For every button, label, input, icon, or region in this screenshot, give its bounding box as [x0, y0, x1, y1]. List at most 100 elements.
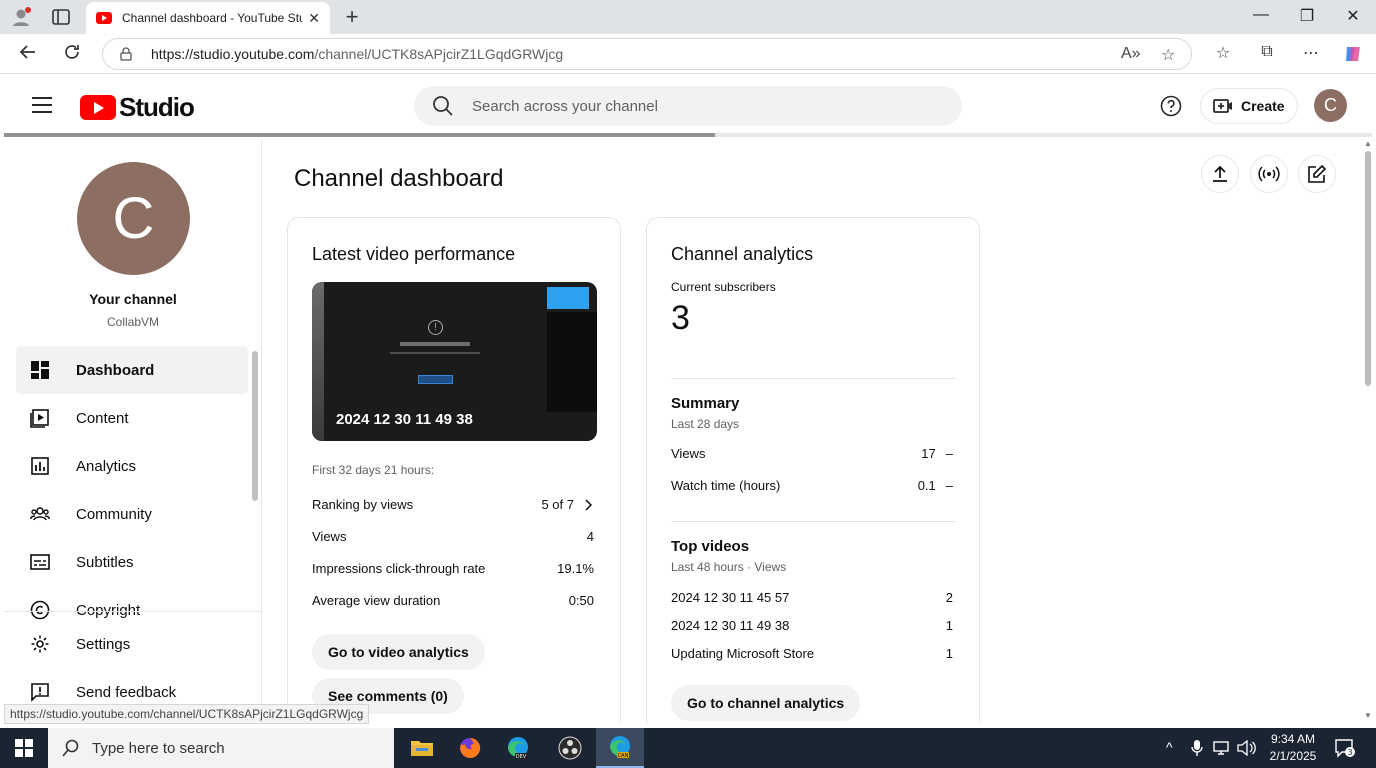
studio-logo[interactable]: Studio: [80, 92, 195, 123]
sidebar-item-content[interactable]: Content: [16, 394, 248, 442]
restore-icon[interactable]: ❐: [1284, 6, 1330, 26]
windows-taskbar: Type here to search DEV CAN ^ 9:34 AM 2/…: [0, 728, 1376, 768]
browser-tab-active[interactable]: Channel dashboard - YouTube Studio ✕: [86, 2, 330, 34]
loading-progress-bar: [4, 133, 1372, 137]
studio-header: Studio Create C: [0, 75, 1376, 135]
sidebar-item-analytics[interactable]: Analytics: [16, 442, 248, 490]
scrollbar-thumb[interactable]: [1365, 151, 1371, 386]
subscribers-count: 3: [671, 299, 690, 337]
metric-row-avd: Average view duration 0:50: [312, 593, 594, 608]
sidebar-item-label: Subtitles: [76, 553, 134, 571]
edge-canary-icon[interactable]: CAN: [596, 728, 644, 768]
channel-analytics-card: Channel analytics Current subscribers 3 …: [646, 217, 980, 723]
sidebar-item-dashboard[interactable]: Dashboard: [16, 346, 248, 394]
top-video-row[interactable]: 2024 12 30 11 49 38 1: [671, 618, 953, 633]
youtube-logo-icon: [80, 95, 116, 120]
summary-value: 17: [921, 446, 936, 461]
page-scrollbar[interactable]: ▲ ▼: [1363, 139, 1376, 723]
sidebar-item-settings[interactable]: Settings: [16, 620, 248, 668]
new-tab-icon[interactable]: +: [340, 4, 364, 30]
firefox-icon[interactable]: [446, 728, 494, 768]
tab-actions-icon[interactable]: [50, 6, 72, 28]
sidebar-item-label: Settings: [76, 635, 131, 653]
file-explorer-icon[interactable]: [398, 728, 446, 768]
search-icon[interactable]: [432, 95, 454, 117]
metric-value: 19.1%: [557, 561, 594, 576]
top-video-row[interactable]: 2024 12 30 11 45 57 2: [671, 590, 953, 605]
taskbar-search-placeholder: Type here to search: [92, 739, 225, 757]
taskbar-clock[interactable]: 9:34 AM 2/1/2025: [1262, 731, 1324, 765]
sidebar-item-label: Community: [76, 505, 152, 523]
latest-video-card: Latest video performance ! 2024 12 30 11…: [287, 217, 621, 723]
close-tab-icon[interactable]: ✕: [308, 10, 320, 27]
close-window-icon[interactable]: ✕: [1330, 6, 1376, 26]
channel-avatar[interactable]: C: [77, 162, 190, 275]
start-button[interactable]: [0, 728, 48, 768]
favorite-star-icon[interactable]: ☆: [1161, 45, 1175, 65]
sidebar-item-subtitles[interactable]: Subtitles: [16, 538, 248, 586]
trend-indicator: –: [945, 446, 953, 461]
sidebar-item-label: Copyright: [76, 601, 141, 619]
dashboard-icon: [31, 361, 49, 379]
top-videos-period: Last 48 hours · Views: [671, 560, 787, 574]
subtitles-icon: [30, 554, 50, 570]
sidebar-item-label: Analytics: [76, 457, 137, 475]
video-thumbnail[interactable]: ! 2024 12 30 11 49 38: [312, 282, 597, 441]
upload-videos-button[interactable]: [1201, 155, 1239, 193]
thumbnail-text-line: [400, 342, 470, 346]
back-icon[interactable]: [16, 42, 40, 66]
create-button[interactable]: Create: [1200, 88, 1298, 124]
go-to-video-analytics-button[interactable]: Go to video analytics: [312, 634, 485, 670]
metric-label: Views: [312, 529, 347, 544]
network-icon[interactable]: [1212, 740, 1232, 756]
create-video-icon: [1213, 99, 1232, 113]
search-bar[interactable]: [414, 86, 962, 126]
summary-value-wrap: 17–: [921, 446, 953, 461]
ranking-value: 5 of 7: [541, 497, 574, 512]
favorites-icon[interactable]: ☆: [1212, 43, 1234, 63]
refresh-icon[interactable]: [60, 42, 84, 66]
minimize-icon[interactable]: —: [1238, 6, 1284, 24]
summary-value-wrap: 0.1–: [918, 478, 953, 493]
menu-icon[interactable]: [32, 97, 52, 113]
sidebar-item-community[interactable]: Community: [16, 490, 248, 538]
volume-icon[interactable]: [1236, 740, 1256, 756]
address-bar-row: https://studio.youtube.com/channel/UCTK8…: [0, 34, 1376, 74]
svg-text:DEV: DEV: [516, 754, 527, 760]
more-options-icon[interactable]: ⋯: [1300, 43, 1322, 63]
copilot-icon[interactable]: [1342, 43, 1364, 70]
obs-icon[interactable]: [546, 728, 594, 768]
site-info-icon[interactable]: [119, 47, 133, 61]
show-hidden-icons-icon[interactable]: ^: [1166, 739, 1173, 755]
metric-row-ranking[interactable]: Ranking by views 5 of 7: [312, 497, 594, 512]
top-video-title: Updating Microsoft Store: [671, 646, 815, 661]
taskbar-search[interactable]: Type here to search: [48, 728, 394, 768]
summary-label: Views: [671, 446, 706, 461]
url-field[interactable]: https://studio.youtube.com/channel/UCTK8…: [102, 38, 1192, 70]
svg-text:CAN: CAN: [618, 753, 629, 759]
thumbnail-text-line: [390, 352, 480, 354]
clock-time: 9:34 AM: [1270, 732, 1316, 746]
help-icon[interactable]: [1160, 95, 1182, 117]
go-live-button[interactable]: [1250, 155, 1288, 193]
account-avatar[interactable]: C: [1314, 89, 1347, 122]
read-aloud-icon[interactable]: A»: [1121, 45, 1141, 63]
go-to-channel-analytics-button[interactable]: Go to channel analytics: [671, 685, 861, 721]
thumbnail-panel: [547, 287, 589, 309]
thumbnail-panel-dark: [547, 312, 597, 412]
create-post-button[interactable]: [1298, 155, 1336, 193]
metric-label: Average view duration: [312, 593, 441, 608]
scroll-up-icon[interactable]: ▲: [1364, 139, 1372, 148]
microphone-icon[interactable]: [1190, 739, 1204, 757]
notification-icon[interactable]: 3: [1334, 738, 1356, 758]
upload-icon: [1213, 165, 1227, 182]
browser-tab-strip: Channel dashboard - YouTube Studio ✕ + —…: [0, 0, 1376, 34]
scroll-down-icon[interactable]: ▼: [1364, 711, 1372, 720]
sidebar-scrollbar[interactable]: [252, 351, 258, 501]
top-video-row[interactable]: Updating Microsoft Store 1: [671, 646, 953, 661]
extensions-icon[interactable]: ⧉: [1256, 43, 1278, 61]
edge-dev-icon[interactable]: DEV: [494, 728, 542, 768]
thumbnail-button: [418, 375, 453, 384]
profile-icon[interactable]: [10, 6, 32, 28]
search-input[interactable]: [472, 97, 932, 115]
